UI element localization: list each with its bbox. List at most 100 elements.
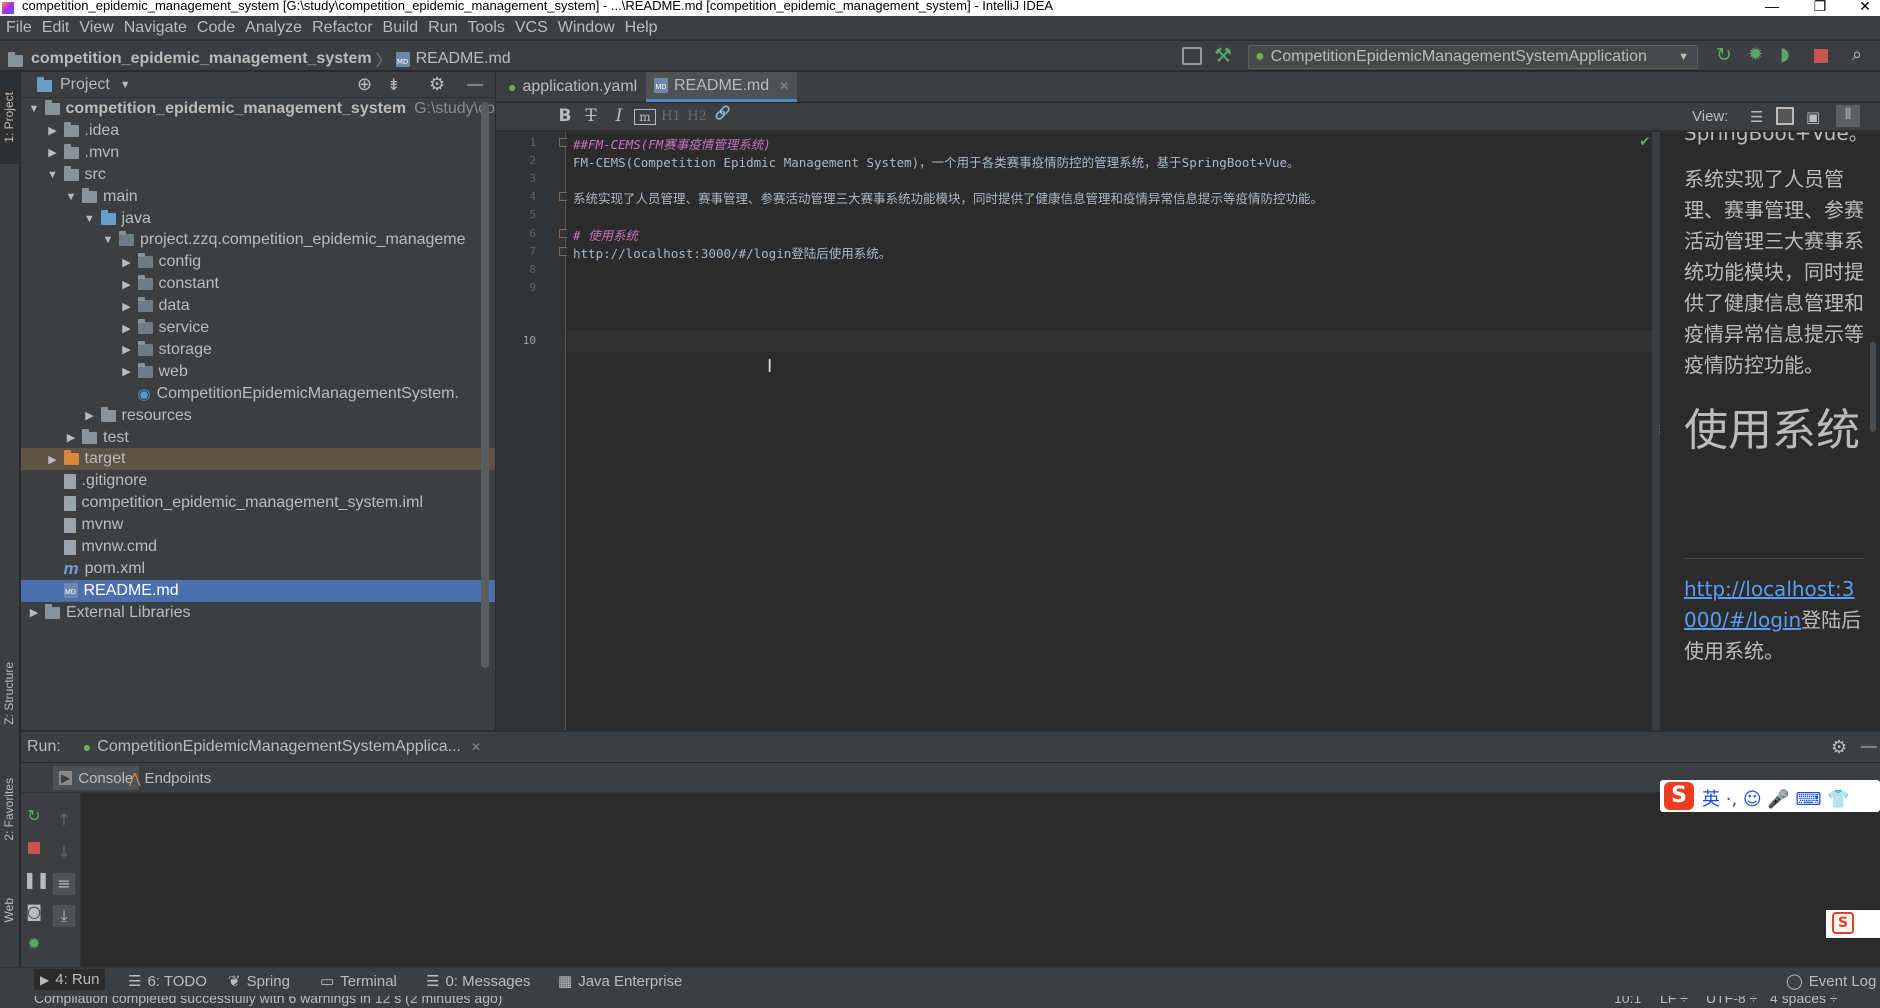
menu-edit[interactable]: Edit [42,19,70,37]
tree-item[interactable]: ▶ .mvn [21,142,495,164]
structure-tool-tab[interactable]: Z: Structure [2,662,16,725]
menu-analyze[interactable]: Analyze [245,19,302,37]
close-tab-icon[interactable]: ✕ [471,740,481,754]
tree-item[interactable]: ▼ competition_epidemic_management_system G… [21,98,495,120]
layout-toggle-icon[interactable]: ⫴ [1836,105,1860,127]
menu-file[interactable]: File [6,19,32,37]
ime-toolbar[interactable]: S 英 ·, ☺ 🎤 ⌨ 👕 [1660,780,1880,812]
italic-button[interactable]: I [608,106,630,128]
breadcrumb-project[interactable]: competition_epidemic_management_system [31,50,372,68]
down-arrow-icon[interactable]: ↓ [53,841,75,863]
collapsed-arrow-icon[interactable]: ▶ [120,322,134,335]
tool-tab-java-enterprise[interactable]: ▦ Java Enterprise [558,972,682,991]
close-tab-icon[interactable]: ✕ [779,79,789,93]
collapse-all-icon[interactable]: ⇟ [387,75,400,95]
run-config-tab[interactable]: CompetitionEpidemicManagementSystemAppli… [97,738,461,756]
collapsed-arrow-icon[interactable]: ▶ [120,343,134,356]
tree-item[interactable]: .gitignore [21,470,495,492]
tree-item[interactable]: ▶ constant [21,273,495,295]
chevron-down-icon[interactable]: ▼ [120,79,131,91]
tree-item[interactable]: ▼ src [21,164,495,186]
expanded-arrow-icon[interactable]: ▼ [83,213,97,225]
stop-icon[interactable] [23,837,45,859]
line-separator[interactable]: LF ÷ [1660,996,1688,1006]
collapsed-arrow-icon[interactable]: ▶ [120,300,134,313]
collapsed-arrow-icon[interactable]: ▶ [27,606,41,619]
caret-position[interactable]: 10:1 [1614,996,1641,1006]
project-structure-icon[interactable] [1182,47,1202,65]
file-encoding[interactable]: UTF-8 ÷ [1706,996,1757,1006]
tab-readme-md[interactable]: MD README.md ✕ [646,72,798,102]
run-configuration-select[interactable]: ● CompetitionEpidemicManagementSystemApp… [1248,45,1698,69]
tool-tab-terminal[interactable]: ▭ Terminal [320,972,397,991]
tree-item[interactable]: ◉ CompetitionEpidemicManagementSystem. [21,383,495,405]
gear-icon[interactable]: ⚙ [1831,737,1847,758]
tree-item[interactable]: mvnw.cmd [21,536,495,558]
tree-item[interactable]: ▶ target [21,448,495,471]
tree-item[interactable]: ▶ .idea [21,120,495,142]
debug-icon[interactable]: ✹ [1748,44,1763,65]
tree-item[interactable]: ▼ project.zzq.competition_epidemic_manage… [21,229,495,251]
tool-tab-run[interactable]: ▶ 4: Run [34,969,106,990]
preview-scrollbar[interactable] [1870,342,1876,432]
ime-items[interactable]: 英 ·, ☺ 🎤 ⌨ 👕 [1702,785,1850,811]
bold-button[interactable]: B [554,106,576,128]
web-tool-tab[interactable]: Web [2,898,16,922]
tree-item[interactable]: ▶ data [21,295,495,317]
preview-only-view-icon[interactable]: ▣ [1806,108,1820,126]
tree-item[interactable]: MD README.md [21,579,495,602]
favorites-tool-tab[interactable]: 2: Favorites [2,778,16,841]
expanded-arrow-icon[interactable]: ▼ [27,103,41,115]
tool-tab-todo[interactable]: ☰ 6: TODO [128,972,207,991]
tool-tab-event-log[interactable]: ◯ Event Log [1786,972,1876,991]
strikethrough-button[interactable]: T [580,106,602,128]
up-arrow-icon[interactable]: ↑ [53,809,75,831]
tree-item[interactable]: ▶ test [21,427,495,449]
search-everywhere-icon[interactable]: ⌕ [1852,44,1862,65]
collapsed-arrow-icon[interactable]: ▶ [120,256,134,269]
code-span-button[interactable]: m [634,109,656,125]
breadcrumb-file[interactable]: README.md [416,50,511,68]
tree-item[interactable]: competition_epidemic_management_system.i… [21,492,495,514]
expanded-arrow-icon[interactable]: ▼ [46,169,60,181]
collapsed-arrow-icon[interactable]: ▶ [83,409,97,422]
tree-item[interactable]: m pom.xml [21,558,495,580]
header-level-up-button[interactable]: H1 [660,106,682,128]
indent-setting[interactable]: 4 spaces ÷ [1770,996,1838,1006]
camera-icon[interactable]: ◙ [23,901,45,923]
tree-item[interactable]: ▼ java [21,208,495,230]
menu-code[interactable]: Code [197,19,235,37]
collapsed-arrow-icon[interactable]: ▶ [64,431,78,444]
maximize-button[interactable]: ❐ [1800,0,1840,15]
menu-vcs[interactable]: VCS [515,19,548,37]
rerun-icon[interactable]: ↻ [1716,44,1732,66]
tree-item[interactable]: ▶ resources [21,405,495,427]
project-panel-title[interactable]: Project [60,76,110,94]
collapsed-arrow-icon[interactable]: ▶ [120,365,134,378]
hide-panel-icon[interactable]: — [1861,738,1877,756]
project-scrollbar[interactable] [481,102,489,668]
menu-view[interactable]: View [79,19,113,37]
expanded-arrow-icon[interactable]: ▼ [64,191,78,203]
scroll-to-end-icon[interactable]: ⤓ [53,905,75,927]
preview-splitter[interactable]: ⋮ [1652,132,1665,730]
tree-item[interactable]: ▼ main [21,186,495,208]
header-level-down-button[interactable]: H2 [686,106,708,128]
menu-navigate[interactable]: Navigate [124,19,187,37]
collapsed-arrow-icon[interactable]: ▶ [46,146,60,159]
gear-icon[interactable]: ⚙ [429,74,445,95]
collapsed-arrow-icon[interactable]: ▶ [46,453,60,466]
close-window-button[interactable]: ✕ [1845,0,1880,15]
tree-item[interactable]: ▶ storage [21,339,495,361]
endpoints-tab[interactable]: ⋀ Endpoints [123,766,217,790]
menu-refactor[interactable]: Refactor [312,19,372,37]
console-output[interactable] [81,793,1880,968]
tree-item[interactable]: ▶ web [21,361,495,383]
status-message[interactable]: Compilation completed successfully with … [34,996,502,1006]
split-view-icon[interactable] [1776,107,1794,125]
locate-file-icon[interactable]: ⊕ [357,74,372,95]
editor-only-view-icon[interactable]: ☰ [1750,108,1763,126]
tool-tab-spring[interactable]: ❦ Spring [228,972,290,991]
code-editor[interactable]: I ✔ ##FM-CEMS(FM赛事疫情管理系统) FM-CEMS(Competi… [567,132,1652,730]
hide-panel-icon[interactable]: — [467,76,483,94]
